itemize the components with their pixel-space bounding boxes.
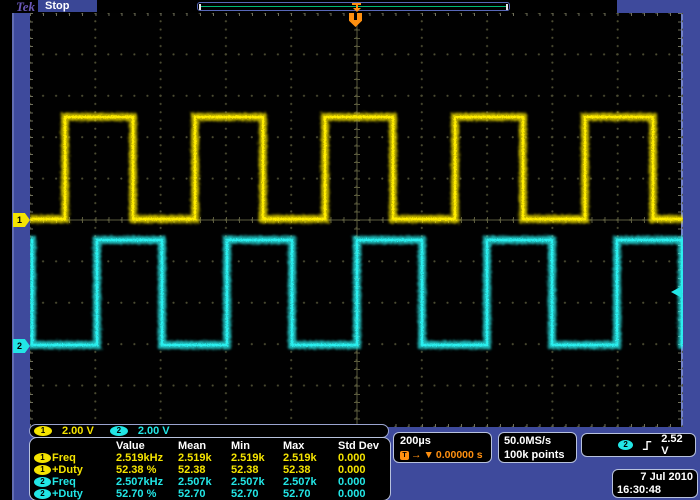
measurement-header-row: Value Mean Min Max Std Dev	[30, 440, 390, 452]
timebase-scale: 200µs	[400, 434, 491, 448]
trigger-position-icon[interactable]	[352, 3, 361, 12]
ch2-ground-marker[interactable]: 2	[13, 339, 30, 353]
ch1-ground-marker[interactable]: 1	[13, 213, 30, 227]
trigger-flag-icon[interactable]	[349, 13, 362, 27]
waveform-traces	[30, 13, 683, 427]
record-view-bracket-right	[506, 4, 508, 10]
rising-edge-icon	[642, 439, 652, 452]
datetime-box: 7 Jul 2010 16:30:48	[612, 469, 698, 498]
date-label: 7 Jul 2010	[617, 471, 693, 484]
ch1-trace	[30, 117, 683, 219]
time-label: 16:30:48	[617, 484, 693, 497]
down-arrow-icon: ▼	[424, 448, 434, 462]
sample-rate: 50.0MS/s	[504, 434, 576, 448]
col-std-dev: Std Dev	[338, 440, 390, 452]
channel-scale-bar: 1 2.00 V 2 2.00 V	[29, 424, 389, 438]
col-max: Max	[283, 440, 338, 452]
ch1-badge[interactable]: 1	[34, 426, 52, 436]
oscilloscope-display: Tek Stop	[0, 0, 700, 500]
measurement-row: 1 Freq 2.519kHz 2.519k 2.519k 2.519k 0.0…	[30, 452, 390, 464]
left-black-strip	[0, 0, 12, 500]
col-mean: Mean	[178, 440, 231, 452]
acquisition-box[interactable]: 50.0MS/s 100k points	[498, 432, 577, 463]
bezel-highlight	[12, 13, 14, 500]
horizontal-position-value: 0.00000 s	[436, 448, 483, 462]
ch2-badge: 2	[34, 489, 51, 499]
horizontal-settings-box[interactable]: 200µs T→▼ 0.00000 s	[393, 432, 492, 463]
ch2-scale-label[interactable]: 2.00 V	[138, 425, 170, 437]
arrow-right-icon: →	[411, 448, 422, 462]
trigger-delay-icon: T	[400, 451, 409, 460]
trigger-level-value: 2.52 V	[661, 433, 688, 457]
acquisition-status-button[interactable]: Stop	[38, 0, 97, 12]
record-position-bar[interactable]	[197, 2, 510, 11]
ch2-badge[interactable]: 2	[110, 426, 128, 436]
ch2-trace	[30, 240, 683, 345]
trigger-source-badge: 2	[618, 440, 633, 450]
measurement-table: Value Mean Min Max Std Dev 1 Freq 2.519k…	[29, 437, 391, 500]
measurement-row: 2 +Duty 52.70 % 52.70 52.70 52.70 0.000	[30, 488, 390, 500]
measurement-row: 1 +Duty 52.38 % 52.38 52.38 52.38 0.000	[30, 464, 390, 476]
ch1-scale-label[interactable]: 2.00 V	[62, 425, 94, 437]
measurement-row: 2 Freq 2.507kHz 2.507k 2.507k 2.507k 0.0…	[30, 476, 390, 488]
record-view-bracket-left	[199, 4, 201, 10]
trigger-settings-box[interactable]: 2 2.52 V	[581, 433, 696, 457]
ch2-badge: 2	[34, 477, 51, 487]
graticule-screen	[30, 13, 683, 427]
ch1-badge: 1	[34, 465, 51, 475]
col-value: Value	[116, 440, 178, 452]
record-length: 100k points	[504, 448, 576, 462]
col-min: Min	[231, 440, 283, 452]
ch1-badge: 1	[34, 453, 51, 463]
